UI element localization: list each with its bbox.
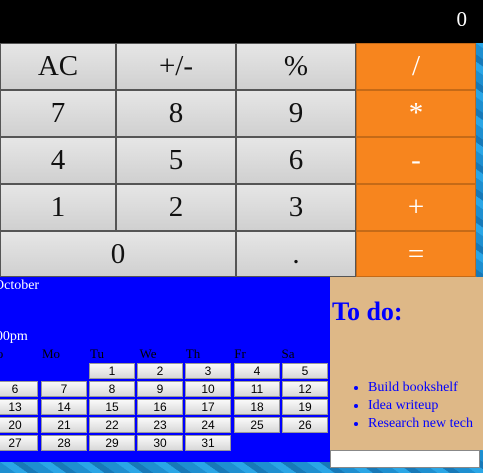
decimal-button[interactable]: . <box>236 231 356 277</box>
calendar-day[interactable]: 8 <box>89 381 135 397</box>
digit-5-button[interactable]: 5 <box>116 137 236 184</box>
calendar-day[interactable]: 2 <box>137 363 183 379</box>
calendar-day[interactable]: 31 <box>185 435 231 451</box>
calendar-widget: October :00pm oMoTuWeThFrSa 123456789101… <box>0 277 330 462</box>
digit-7-button[interactable]: 7 <box>0 90 116 137</box>
calendar-day[interactable]: 4 <box>234 363 280 379</box>
sign-toggle-button[interactable]: +/- <box>116 43 236 90</box>
calculator-display: 0 <box>0 0 483 43</box>
digit-9-button[interactable]: 9 <box>236 90 356 137</box>
weekday-header: o <box>0 346 4 361</box>
todo-item[interactable]: Build bookshelf <box>368 379 473 397</box>
divide-button[interactable]: / <box>356 43 476 90</box>
calendar-day[interactable]: 3 <box>185 363 231 379</box>
digit-4-button[interactable]: 4 <box>0 137 116 184</box>
calendar-day[interactable]: 25 <box>234 417 280 433</box>
calendar-month: October <box>0 278 40 293</box>
calendar-day[interactable]: 12 <box>282 381 328 397</box>
digit-3-button[interactable]: 3 <box>236 184 356 231</box>
calendar-day[interactable]: 18 <box>234 399 280 415</box>
calendar-day[interactable]: 17 <box>185 399 231 415</box>
calendar-day[interactable]: 27 <box>0 435 38 451</box>
todo-list: Build bookshelfIdea writeupResearch new … <box>330 379 473 433</box>
todo-input[interactable] <box>330 450 480 468</box>
calendar-day[interactable]: 15 <box>89 399 135 415</box>
digit-2-button[interactable]: 2 <box>116 184 236 231</box>
weekday-header: Mo <box>41 346 61 361</box>
calendar-day[interactable]: 14 <box>41 399 87 415</box>
digit-6-button[interactable]: 6 <box>236 137 356 184</box>
calendar-day[interactable]: 24 <box>185 417 231 433</box>
clear-button[interactable]: AC <box>0 43 116 90</box>
calendar-day[interactable]: 28 <box>41 435 87 451</box>
calendar-day[interactable]: 10 <box>185 381 231 397</box>
todo-title: To do: <box>332 297 403 326</box>
calendar-day[interactable]: 7 <box>41 381 87 397</box>
calendar-day[interactable]: 19 <box>282 399 328 415</box>
weekday-header: Tu <box>90 346 104 361</box>
calendar-day[interactable]: 5 <box>282 363 328 379</box>
digit-8-button[interactable]: 8 <box>116 90 236 137</box>
multiply-button[interactable]: * <box>356 90 476 137</box>
display-value: 0 <box>456 7 468 31</box>
calendar-day[interactable]: 9 <box>137 381 183 397</box>
calendar-day[interactable]: 29 <box>89 435 135 451</box>
percent-button[interactable]: % <box>236 43 356 90</box>
calendar-day[interactable]: 20 <box>0 417 38 433</box>
calendar-day[interactable]: 16 <box>137 399 183 415</box>
weekday-header: We <box>139 346 157 361</box>
todo-item[interactable]: Research new tech <box>368 415 473 433</box>
digit-0-button[interactable]: 0 <box>0 231 236 277</box>
minus-button[interactable]: - <box>356 137 476 184</box>
calendar-day[interactable]: 26 <box>282 417 328 433</box>
todo-item[interactable]: Idea writeup <box>368 397 473 415</box>
calendar-day[interactable]: 21 <box>41 417 87 433</box>
plus-button[interactable]: + <box>356 184 476 231</box>
todo-panel: To do: Build bookshelfIdea writeupResear… <box>330 277 483 450</box>
calendar-day[interactable]: 30 <box>137 435 183 451</box>
digit-1-button[interactable]: 1 <box>0 184 116 231</box>
weekday-header: Sa <box>281 346 295 361</box>
calendar-day[interactable]: 23 <box>137 417 183 433</box>
calendar-day[interactable]: 11 <box>234 381 280 397</box>
calendar-day[interactable]: 22 <box>89 417 135 433</box>
weekday-header: Th <box>185 346 201 361</box>
calendar-time: :00pm <box>0 329 28 344</box>
calendar-day[interactable]: 1 <box>89 363 135 379</box>
calendar-day[interactable]: 13 <box>0 399 38 415</box>
weekday-header: Fr <box>234 346 246 361</box>
calendar-day[interactable]: 6 <box>0 381 38 397</box>
equals-button[interactable]: = <box>356 231 476 277</box>
